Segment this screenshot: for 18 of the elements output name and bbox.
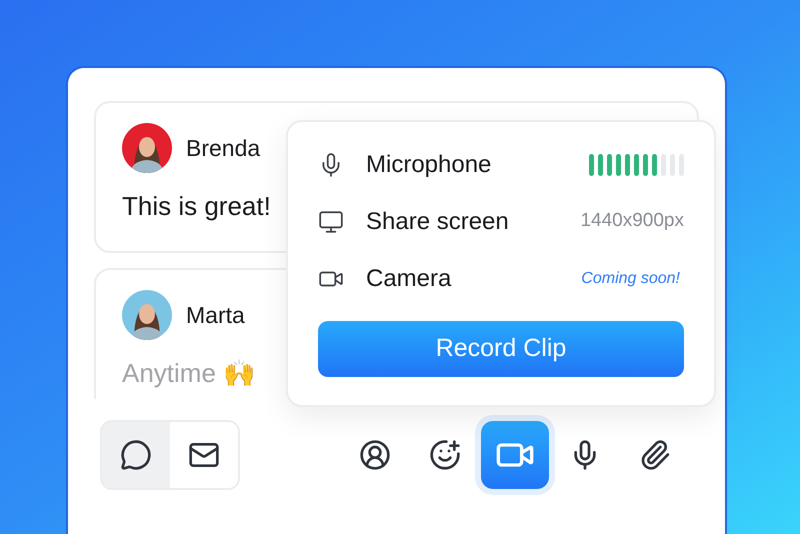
user-icon: [359, 439, 391, 471]
resolution-text: 1440x900px: [580, 209, 684, 234]
message-text: Anytime 🙌: [122, 357, 256, 390]
monitor-icon: [318, 208, 344, 234]
avatar: [122, 123, 172, 173]
record-clip-button[interactable]: Record Clip: [318, 321, 684, 377]
chat-bubble-icon: [120, 439, 152, 471]
paperclip-icon: [639, 439, 671, 471]
option-label: Share screen: [366, 206, 510, 236]
smiley-plus-icon: [429, 439, 461, 471]
status-note: Coming soon!: [581, 268, 681, 288]
avatar: [122, 290, 172, 340]
option-label: Microphone: [366, 150, 492, 180]
message-text: This is great!: [122, 190, 271, 223]
sender-name: Brenda: [186, 134, 260, 163]
sender-name: Marta: [186, 300, 245, 330]
mode-tab[interactable]: [102, 422, 170, 488]
option-label: Camera: [366, 264, 452, 294]
